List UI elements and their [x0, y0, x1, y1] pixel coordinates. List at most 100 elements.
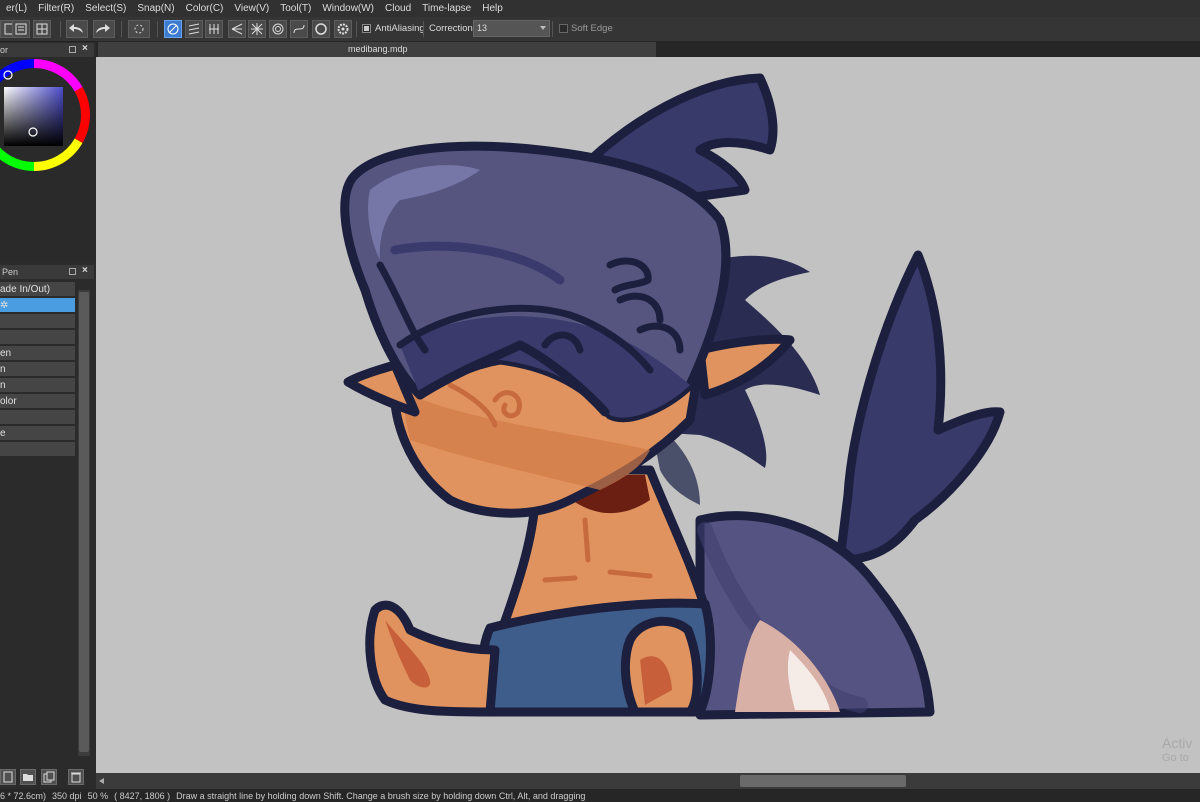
document-tab-title: medibang.mdp — [348, 44, 408, 54]
grid-icon — [36, 23, 48, 35]
menu-tool[interactable]: Tool(T) — [274, 3, 316, 14]
chevron-left-icon[interactable] — [99, 778, 104, 784]
menu-view[interactable]: View(V) — [228, 3, 274, 14]
brush-item[interactable]: e — [0, 426, 75, 441]
parallel-snap-button[interactable] — [185, 20, 203, 38]
add-brush-button[interactable] — [0, 769, 16, 785]
canvas-dpi: 350 dpi — [52, 790, 82, 801]
menu-layer[interactable]: er(L) — [0, 3, 32, 14]
no-snap-icon — [167, 23, 179, 35]
gear-icon — [337, 23, 349, 35]
toolbar-separator — [157, 21, 158, 37]
snap-settings-button[interactable] — [334, 20, 352, 38]
antialiasing-checkbox[interactable] — [362, 24, 371, 33]
brush-item[interactable] — [0, 442, 75, 457]
menu-time-lapse[interactable]: Time-lapse — [416, 3, 476, 14]
document-list-icon — [15, 23, 27, 35]
redo-button[interactable] — [93, 20, 115, 38]
menu-select[interactable]: Select(S) — [79, 3, 131, 14]
menu-cloud[interactable]: Cloud — [379, 3, 416, 14]
menu-filter[interactable]: Filter(R) — [32, 3, 79, 14]
status-hint: Draw a straight line by holding down Shi… — [176, 790, 586, 801]
menu-window[interactable]: Window(W) — [316, 3, 379, 14]
brush-item[interactable]: olor — [0, 394, 75, 409]
brush-item-label: olor — [0, 396, 17, 407]
correction-value: 13 — [477, 23, 488, 33]
menu-help[interactable]: Help — [476, 3, 508, 14]
soft-edge-checkbox[interactable] — [559, 24, 568, 33]
undock-icon[interactable] — [69, 268, 76, 275]
duplicate-brush-button[interactable] — [41, 769, 57, 785]
redo-icon — [96, 24, 110, 33]
document-tab[interactable]: medibang.mdp — [98, 42, 656, 57]
vanishing-point-icon — [231, 23, 243, 35]
menu-color[interactable]: Color(C) — [180, 3, 229, 14]
toolbar-separator — [552, 21, 553, 37]
brush-item-label: ade In/Out) — [0, 284, 51, 295]
antialiasing-label: AntiAliasing — [375, 23, 425, 34]
toolbar-separator — [423, 21, 424, 37]
parallel-lines-icon — [188, 23, 200, 35]
folder-icon — [23, 774, 33, 781]
curve-icon — [293, 24, 305, 34]
canvas-size: 6 * 72.6cm) — [0, 790, 47, 801]
brush-item[interactable]: n — [0, 362, 75, 377]
undock-icon[interactable] — [69, 46, 76, 53]
brush-item-selected[interactable]: ✲ — [0, 298, 75, 313]
loading-button[interactable] — [128, 20, 150, 38]
brush-item[interactable] — [0, 330, 75, 345]
brush-panel-title: Pen — [2, 267, 19, 277]
concentric-circles-icon — [272, 23, 284, 35]
correction-select[interactable]: 13 — [473, 20, 550, 37]
delete-brush-button[interactable] — [68, 769, 84, 785]
canvas-horizontal-scrollbar[interactable] — [96, 773, 1200, 789]
close-icon[interactable]: × — [82, 43, 88, 54]
cross-lines-icon — [209, 24, 219, 34]
menu-bar: er(L) Filter(R) Select(S) Snap(N) Color(… — [0, 0, 1200, 17]
brush-panel-scrollbar[interactable] — [78, 290, 90, 756]
activation-watermark: Activ — [1162, 735, 1193, 751]
add-folder-button[interactable] — [20, 769, 36, 785]
toolbar-separator — [60, 21, 61, 37]
brush-item[interactable]: en — [0, 346, 75, 361]
snap-off-button[interactable] — [164, 20, 182, 38]
trash-icon — [71, 772, 81, 783]
copy-icon — [43, 771, 55, 783]
brush-item[interactable] — [0, 314, 75, 329]
brush-item[interactable] — [0, 410, 75, 425]
scrollbar-thumb[interactable] — [740, 775, 906, 787]
document-tabbar: medibang.mdp — [96, 41, 1200, 57]
toolbar-separator — [121, 21, 122, 37]
new-page-icon — [3, 771, 13, 783]
scrollbar-thumb[interactable] — [79, 292, 89, 752]
spinner-icon — [134, 24, 144, 34]
toolbar-separator — [356, 21, 357, 37]
circle-snap-button[interactable] — [312, 20, 330, 38]
color-panel-title: or — [0, 45, 9, 55]
concentric-snap-button[interactable] — [269, 20, 287, 38]
brush-panel-header: Pen × — [0, 265, 94, 280]
vanishing-snap-button[interactable] — [228, 20, 246, 38]
artwork — [340, 73, 1005, 720]
brush-item[interactable]: ade In/Out) — [0, 282, 75, 297]
curve-snap-button[interactable] — [290, 20, 308, 38]
brush-item[interactable]: n — [0, 378, 75, 393]
radial-snap-button[interactable] — [248, 20, 266, 38]
menu-snap[interactable]: Snap(N) — [131, 3, 179, 14]
grid-button[interactable] — [33, 20, 51, 38]
gear-icon[interactable]: ✲ — [0, 300, 8, 311]
cross-snap-button[interactable] — [205, 20, 223, 38]
brush-item-label: en — [0, 348, 12, 359]
close-icon[interactable]: × — [82, 265, 88, 276]
color-wheel[interactable] — [0, 57, 95, 262]
brush-item-label: e — [0, 428, 6, 439]
cursor-coordinates: ( 8427, 1806 ) — [114, 790, 171, 801]
soft-edge-label: Soft Edge — [571, 23, 613, 34]
open-button[interactable] — [12, 20, 30, 38]
drawing-canvas[interactable] — [96, 57, 1200, 773]
undo-button[interactable] — [66, 20, 88, 38]
status-bar: 6 * 72.6cm) 350 dpi 50 % ( 8427, 1806 ) … — [0, 789, 1200, 802]
chevron-down-icon — [540, 26, 546, 30]
activation-watermark-sub: Go to — [1162, 752, 1189, 764]
radial-lines-icon — [251, 23, 263, 35]
